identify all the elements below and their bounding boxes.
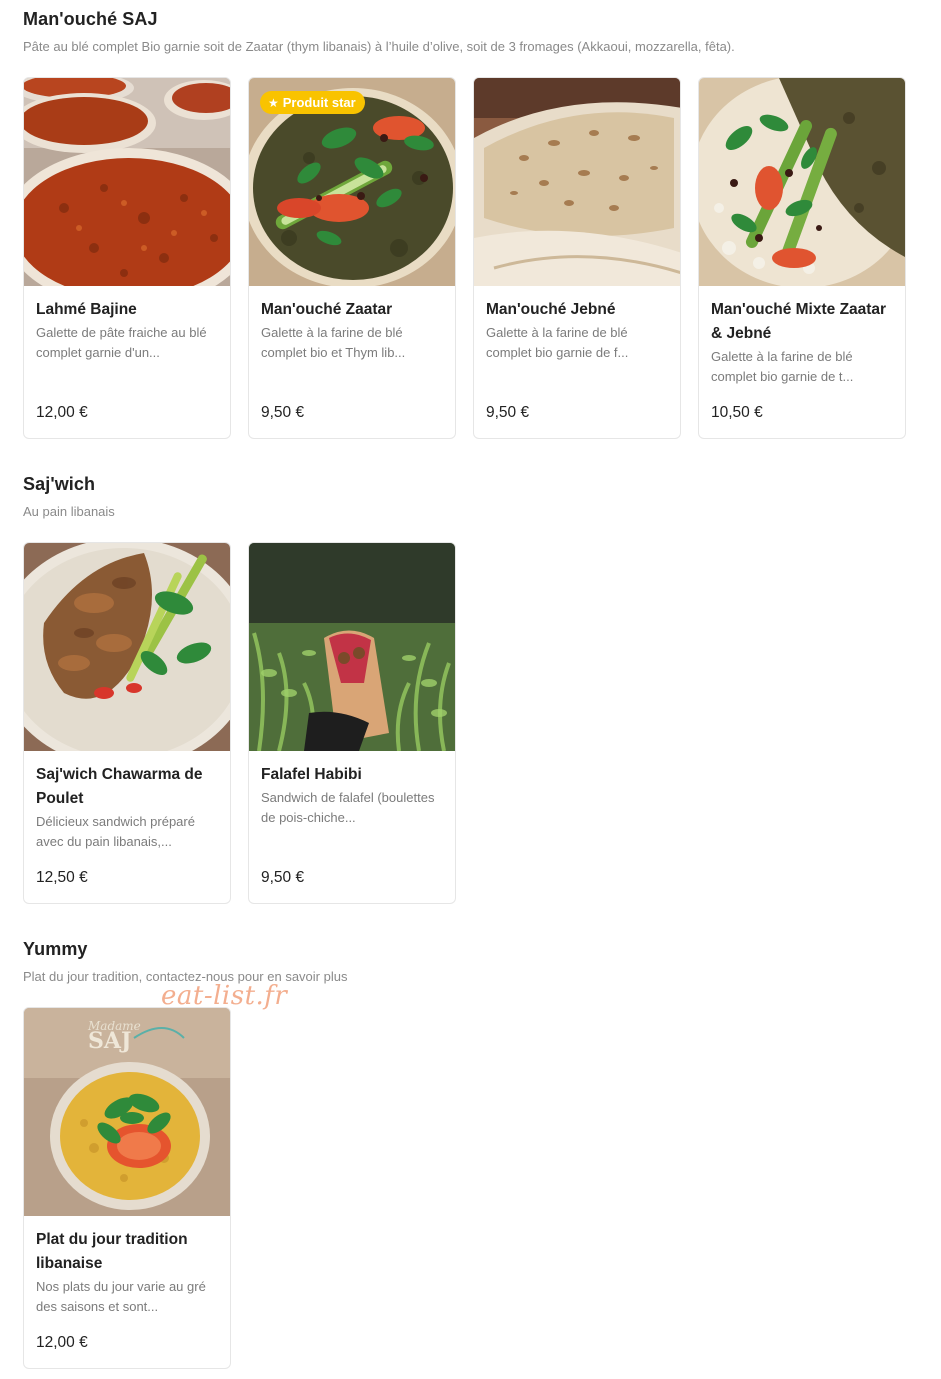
falafel-wrap-photo [249,543,455,751]
section-yummy: Yummy Plat du jour tradition, contactez-… [23,938,907,1369]
section-title: Saj'wich [23,474,96,494]
product-description: Galette de pâte fraiche au blé complet g… [36,325,207,360]
section-description: Pâte au blé complet Bio garnie soit de Z… [23,39,735,54]
daily-dish-bowl-photo: Madame SAJ [24,1008,230,1216]
product-price: 9,50 € [261,869,305,886]
zaatar-flatbread-photo: ★ Produit star [249,78,455,286]
product-price: 10,50 € [711,404,763,421]
product-description: Galette à la farine de blé complet bio e… [261,325,406,360]
chicken-shawarma-photo [24,543,230,751]
product-name: Man'ouché Jebné [486,301,616,318]
product-card-lahme-bajine[interactable]: Lahmé Bajine Galette de pâte fraiche au … [23,77,231,439]
star-icon: ★ [268,95,279,110]
product-price: 9,50 € [261,404,305,421]
section-manouche-saj: Man'ouché SAJ Pâte au blé complet Bio ga… [23,8,907,439]
watermark-text: eat-list.fr [161,981,288,1011]
product-price: 12,00 € [36,1334,88,1351]
section-description: Plat du jour tradition, contactez-nous p… [23,969,348,984]
product-price: 12,50 € [36,869,88,886]
mixed-flatbread-photo [699,78,905,286]
product-name: Falafel Habibi [261,766,362,783]
product-description: Nos plats du jour varie au gré des saiso… [36,1279,206,1314]
product-description: Galette à la farine de blé complet bio g… [486,325,629,360]
product-card-manouche-zaatar[interactable]: ★ Produit star Man'ouché Zaatar Galette … [248,77,456,439]
product-card-manouche-jebne[interactable]: Man'ouché Jebné Galette à la farine de b… [473,77,681,439]
product-name: Man'ouché Zaatar [261,301,393,318]
product-name: Plat du jour tradition libanaise [36,1231,188,1272]
svg-text:SAJ: SAJ [88,1028,131,1054]
produit-star-badge: ★ Produit star [260,91,365,114]
section-description: Au pain libanais [23,504,115,519]
section-sajwich: Saj'wich Au pain libanais Saj'wich Chawa… [23,473,907,904]
product-price: 9,50 € [486,404,530,421]
product-card-sajwich-chawarma[interactable]: Saj'wich Chawarma de Poulet Délicieux sa… [23,542,231,904]
section-title: Man'ouché SAJ [23,9,158,29]
product-name: Man'ouché Mixte Zaatar & Jebné [711,301,887,342]
section-title: Yummy [23,939,88,959]
product-card-plat-du-jour[interactable]: Madame SAJ Plat du jour tradition libana… [23,1007,231,1369]
product-description: Délicieux sandwich préparé avec du pain … [36,814,195,849]
product-card-falafel-habibi[interactable]: Falafel Habibi Sandwich de falafel (boul… [248,542,456,904]
product-name: Lahmé Bajine [36,301,137,318]
product-name: Saj'wich Chawarma de Poulet [36,766,203,807]
product-description: Sandwich de falafel (boulettes de pois-c… [261,790,435,825]
cheese-flatbread-photo [474,78,680,286]
product-card-manouche-mixte[interactable]: Man'ouché Mixte Zaatar & Jebné Galette à… [698,77,906,439]
product-price: 12,00 € [36,404,88,421]
meat-flatbread-photo [24,78,230,286]
product-description: Galette à la farine de blé complet bio g… [711,349,854,384]
badge-label: Produit star [282,95,356,110]
